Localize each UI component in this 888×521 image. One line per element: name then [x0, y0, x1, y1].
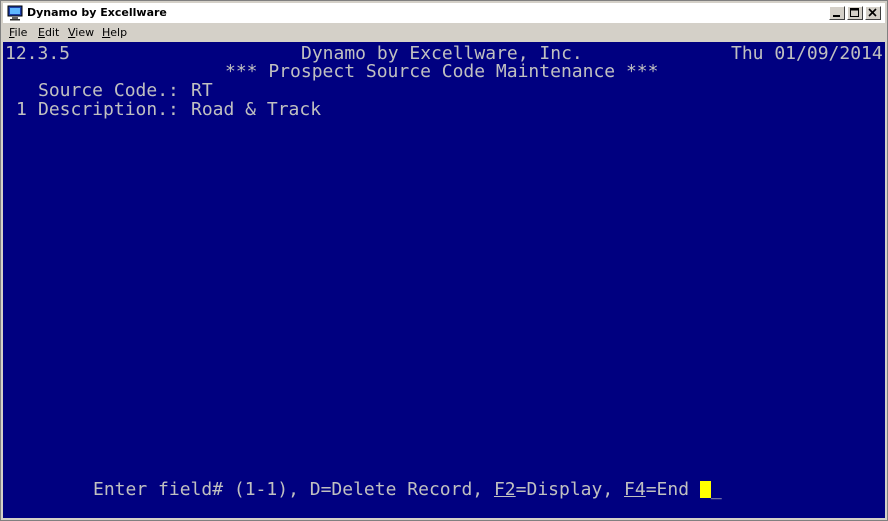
menu-file-label: ile — [14, 26, 28, 39]
menu-view-label: iew — [75, 26, 95, 39]
description-value: Road & Track — [191, 99, 322, 120]
field-number: 1 — [16, 99, 27, 120]
minimize-icon — [833, 15, 840, 17]
command-prompt: Enter field# (1-1), D=Delete Record, F2=… — [93, 480, 722, 499]
window-title: Dynamo by Excellware — [27, 6, 167, 19]
cursor-tail: _ — [710, 479, 722, 500]
version-label: 12.3.5 — [5, 43, 71, 64]
close-icon — [868, 8, 877, 17]
menu-bar: File Edit View Help — [3, 24, 885, 42]
f4-text: =End — [645, 479, 700, 500]
menu-file[interactable]: File — [9, 26, 27, 39]
minimize-button[interactable] — [829, 6, 845, 20]
app-icon — [7, 5, 23, 21]
screen-date: Thu 01/09/2014 — [731, 43, 883, 64]
close-button[interactable] — [865, 6, 881, 20]
terminal-screen[interactable]: 12.3.5 Dynamo by Excellware, Inc. Thu 01… — [3, 42, 885, 518]
f2-key: F2 — [493, 479, 516, 500]
prompt-text: Enter field# (1-1), D=Delete Record, — [93, 479, 494, 500]
screen-heading: *** Prospect Source Code Maintenance *** — [225, 61, 659, 82]
menu-help-label: elp — [110, 26, 128, 39]
source-code-value: RT — [191, 80, 213, 101]
source-code-label: Source Code.: — [38, 80, 179, 101]
f2-text: =Display, — [515, 479, 625, 500]
app-window: Dynamo by Excellware File Edit View Help… — [0, 0, 888, 521]
description-label: Description.: — [38, 99, 179, 120]
menu-edit-mnemonic: E — [38, 26, 45, 39]
f4-key: F4 — [624, 479, 646, 500]
maximize-button[interactable] — [847, 6, 863, 20]
menu-edit[interactable]: Edit — [38, 26, 59, 39]
menu-view[interactable]: View — [68, 26, 94, 39]
menu-help[interactable]: Help — [102, 26, 127, 39]
title-bar[interactable]: Dynamo by Excellware — [3, 3, 885, 23]
menu-edit-label: dit — [44, 26, 60, 39]
maximize-icon — [850, 8, 859, 17]
text-cursor[interactable] — [699, 481, 711, 498]
window-controls — [829, 6, 881, 20]
